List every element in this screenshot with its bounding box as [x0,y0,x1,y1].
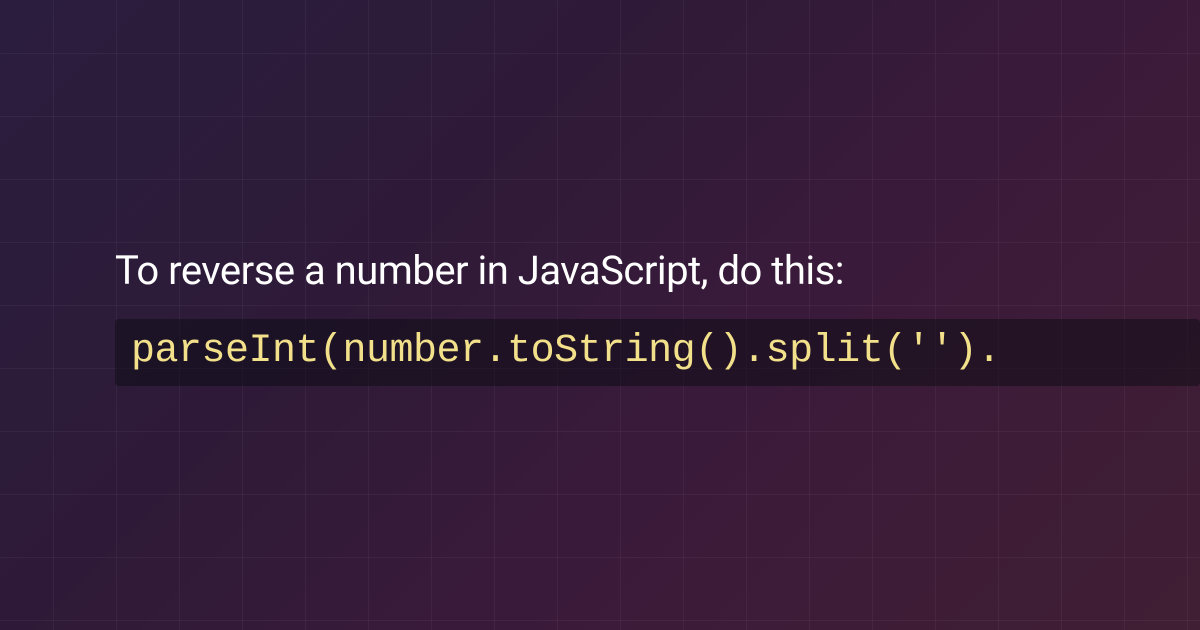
code-block: parseInt(number.toString().split(''). [115,319,1200,386]
description-text: To reverse a number in JavaScript, do th… [115,245,1200,297]
code-text: parseInt(number.toString().split(''). [131,329,1001,374]
content-container: To reverse a number in JavaScript, do th… [0,0,1200,630]
